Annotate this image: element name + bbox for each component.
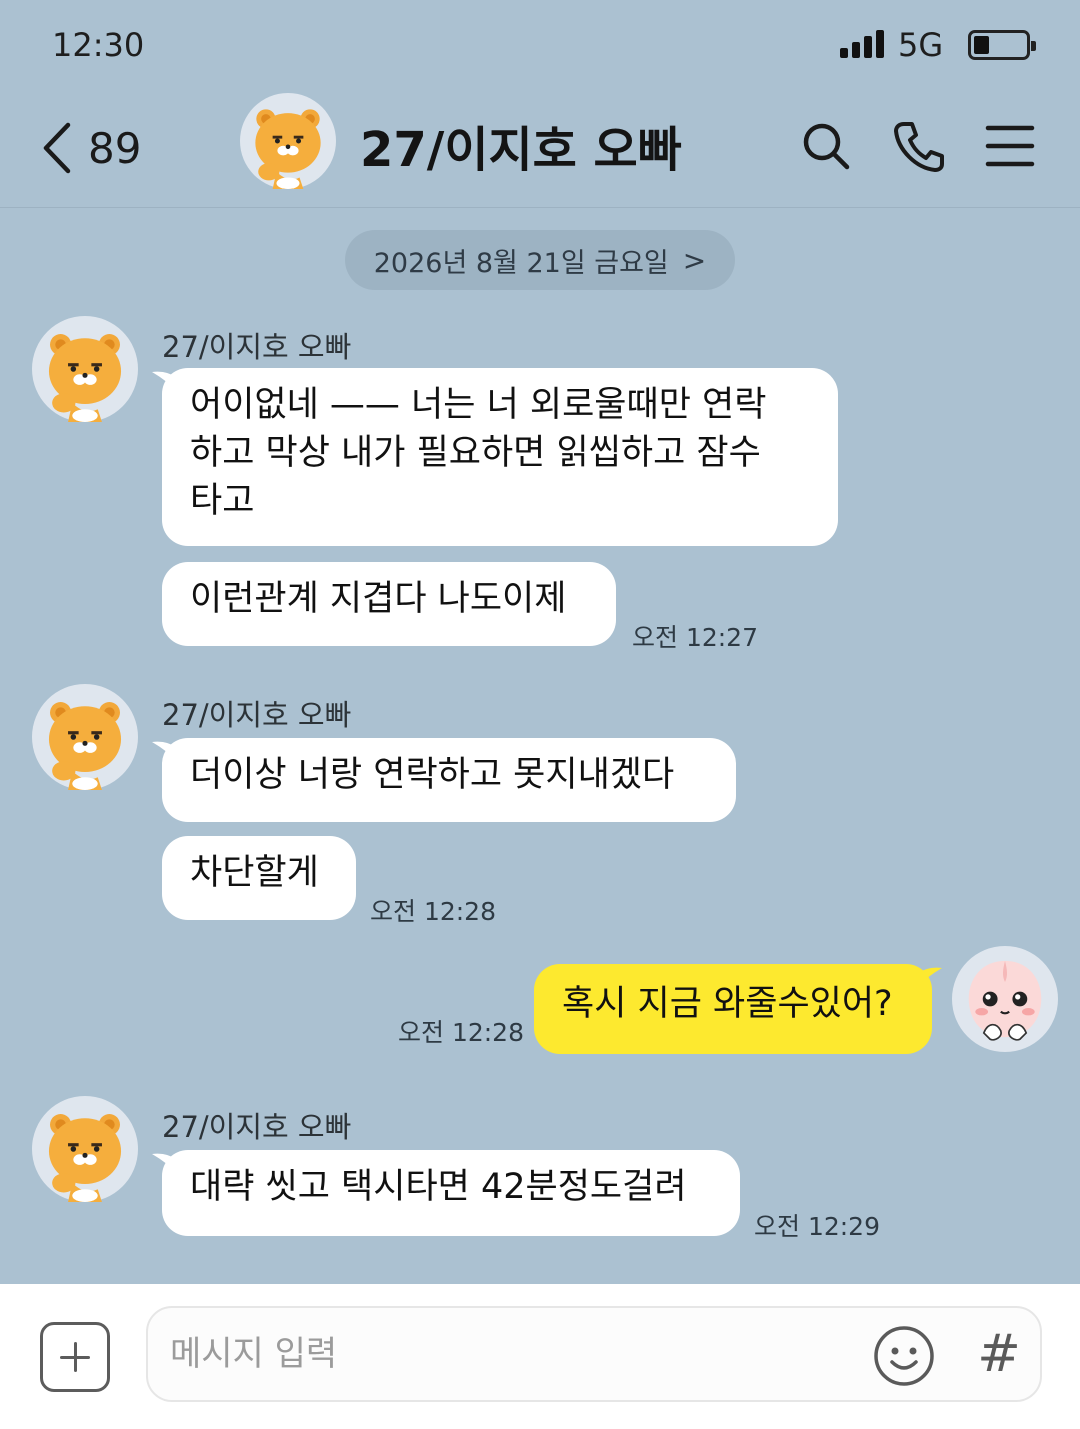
sender-name: 27/이지호 오빠 [162,1110,352,1144]
network-label: 5G [898,26,944,64]
sender-avatar[interactable] [32,1096,138,1202]
message-line: 하고 막상 내가 필요하면 읽씹하고 잠수 [190,433,761,473]
message-time: 오전 12:27 [632,623,758,652]
chat-title: 27/이지호 오빠 [360,122,682,178]
chat-header: 89 27/이지호 오빠 [0,90,1080,208]
message-line: 대략 씻고 택시타면 42분정도걸려 [190,1167,687,1207]
hashtag-button[interactable]: # [974,1322,1024,1386]
status-bar: 12:30 5G [0,0,1080,90]
chevron-right-icon: > [682,243,707,277]
plus-icon[interactable] [40,1322,110,1392]
emoji-icon[interactable] [872,1324,936,1388]
message-bubble[interactable]: 더이상 너랑 연락하고 못지내겠다 [162,738,736,822]
message-line: 타고 [190,481,255,521]
search-button[interactable] [798,118,854,174]
unread-count: 89 [88,123,142,173]
message-bubble[interactable]: 어이없네 —— 너는 너 외로울때만 연락 하고 막상 내가 필요하면 읽씹하고… [162,368,838,546]
signal-icon [840,30,886,58]
battery-fill [974,36,989,54]
profile-avatar[interactable] [240,93,336,189]
message-line: 이런관계 지겹다 나도이제 [190,579,567,619]
date-divider[interactable]: 2026년 8월 21일 금요일 > [345,230,735,290]
sender-avatar[interactable] [32,684,138,790]
bubble-tail [916,967,942,988]
message-line: 어이없네 —— 너는 너 외로울때만 연락 [190,385,767,425]
message-bubble[interactable]: 이런관계 지겹다 나도이제 [162,562,616,646]
menu-icon [985,125,1035,167]
call-button[interactable] [890,118,946,174]
message-time: 오전 12:28 [370,897,496,926]
phone-icon [894,122,944,172]
menu-button[interactable] [982,118,1038,174]
sender-avatar[interactable] [32,316,138,422]
battery-icon [968,30,1036,60]
my-avatar[interactable] [952,946,1058,1052]
message-line: 혹시 지금 와줄수있어? [562,984,893,1024]
message-composer: # [0,1284,1080,1429]
sender-name: 27/이지호 오빠 [162,698,352,732]
search-icon [803,123,850,170]
message-line: 더이상 너랑 연락하고 못지내겠다 [190,755,675,795]
message-bubble[interactable]: 대략 씻고 택시타면 42분정도걸려 [162,1150,740,1236]
sender-name: 27/이지호 오빠 [162,330,352,364]
message-line: 차단할게 [190,853,319,893]
message-bubble[interactable]: 차단할게 [162,836,356,920]
chevron-left-icon [43,122,71,174]
my-message-bubble[interactable]: 혹시 지금 와줄수있어? [534,964,932,1054]
date-text: 2026년 8월 21일 금요일 [373,247,669,279]
back-button[interactable]: 89 [40,118,141,178]
message-time: 오전 12:28 [398,1018,524,1047]
message-time: 오전 12:29 [754,1212,880,1241]
status-time: 12:30 [52,26,145,64]
